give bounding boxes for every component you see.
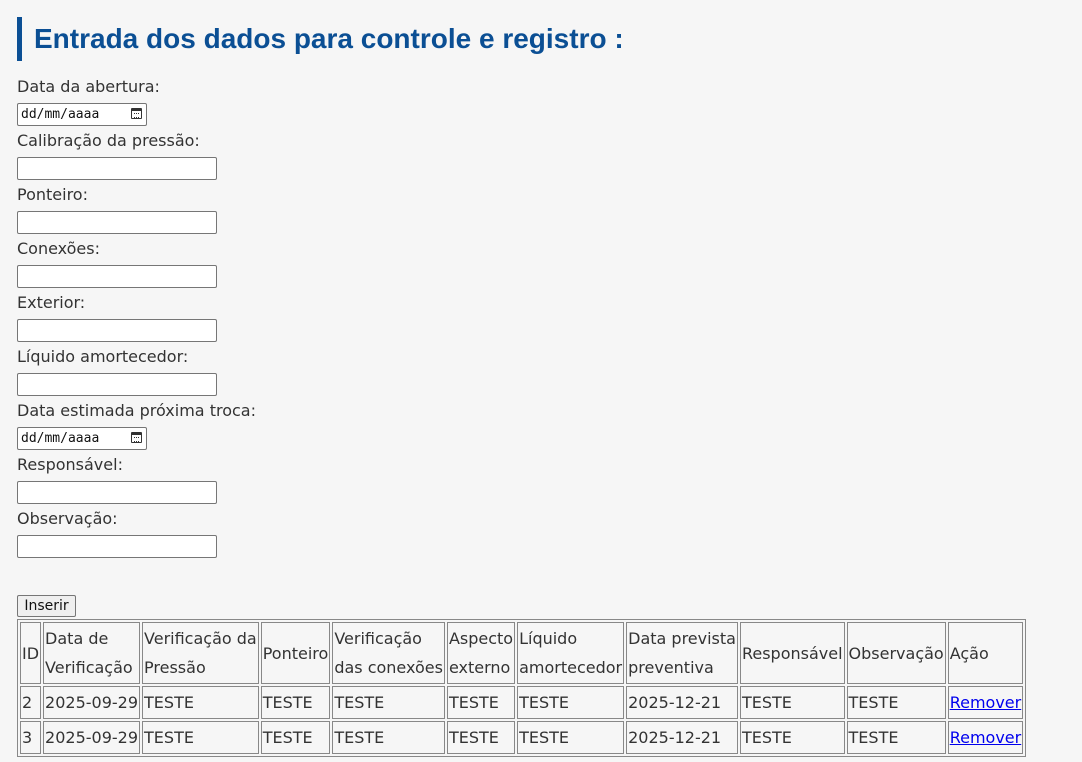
next-change-date-input[interactable]: dd/mm/aaaa: [17, 427, 147, 450]
header-preventive: Data prevista preventiva: [626, 622, 738, 684]
next-change-date-label: Data estimada próxima troca:: [17, 401, 256, 420]
cell-date: 2025-09-29: [43, 686, 141, 719]
header-connections-line1: Verificação: [334, 629, 422, 648]
pressure-calibration-label: Calibração da pressão:: [17, 131, 200, 150]
table-row: 2 2025-09-29 TESTE TESTE TESTE TESTE TES…: [20, 686, 1024, 719]
pressure-calibration-input[interactable]: [17, 157, 217, 180]
exterior-label: Exterior:: [17, 293, 86, 312]
damping-liquid-input[interactable]: [17, 373, 217, 396]
header-liquid: Líquido amortecedor: [517, 622, 625, 684]
table-row: 3 2025-09-29 TESTE TESTE TESTE TESTE TES…: [20, 721, 1024, 754]
cell-observation: TESTE: [846, 721, 946, 754]
header-date-line2: Verificação: [45, 658, 133, 677]
cell-action: Remover: [947, 686, 1024, 719]
observation-input[interactable]: [17, 535, 217, 558]
cell-responsible: TESTE: [739, 721, 845, 754]
header-liquid-line1: Líquido: [519, 629, 578, 648]
header-external-line1: Aspecto: [448, 629, 514, 648]
header-preventive-line1: Data prevista: [628, 629, 736, 648]
header-responsible: Responsável: [739, 622, 845, 684]
connections-input[interactable]: [17, 265, 217, 288]
cell-observation: TESTE: [846, 686, 946, 719]
cell-responsible: TESTE: [739, 686, 845, 719]
records-table: ID Data de Verificação Verificação da Pres…: [17, 619, 1027, 757]
cell-date: 2025-09-29: [43, 721, 141, 754]
connections-label: Conexões:: [17, 239, 100, 258]
cell-pressure: TESTE: [142, 721, 259, 754]
cell-external: TESTE: [446, 686, 516, 719]
header-observation: Observação: [846, 622, 946, 684]
pointer-label: Ponteiro:: [17, 185, 88, 204]
header-pressure-line2: Pressão: [144, 658, 206, 677]
calendar-icon[interactable]: [131, 108, 142, 119]
header-pointer: Ponteiro: [260, 622, 331, 684]
cell-connections: TESTE: [332, 686, 445, 719]
header-connections-line2: das conexões: [334, 658, 443, 677]
header-id: ID: [20, 622, 42, 684]
cell-liquid: TESTE: [517, 721, 625, 754]
insert-button[interactable]: Inserir: [17, 595, 76, 617]
header-pressure-line1: Verificação da: [144, 629, 257, 648]
exterior-input[interactable]: [17, 319, 217, 342]
remove-link[interactable]: Remover: [950, 693, 1022, 712]
cell-external: TESTE: [446, 721, 516, 754]
cell-pressure: TESTE: [142, 686, 259, 719]
cell-id: 3: [20, 721, 42, 754]
data-entry-form: Data da abertura: dd/mm/aaaa Calibração …: [17, 75, 337, 561]
observation-label: Observação:: [17, 509, 118, 528]
header-liquid-line2: amortecedor: [519, 658, 623, 677]
cell-connections: TESTE: [332, 721, 445, 754]
remove-link[interactable]: Remover: [950, 728, 1022, 747]
cell-id: 2: [20, 686, 42, 719]
page-title: Entrada dos dados para controle e regist…: [17, 17, 624, 61]
header-connections: Verificação das conexões: [332, 622, 445, 684]
pointer-input[interactable]: [17, 211, 217, 234]
responsible-label: Responsável:: [17, 455, 123, 474]
opening-date-input[interactable]: dd/mm/aaaa: [17, 103, 147, 126]
cell-pointer: TESTE: [260, 721, 331, 754]
cell-preventive: 2025-12-21: [626, 721, 738, 754]
header-date: Data de Verificação: [43, 622, 141, 684]
table-header-row: ID Data de Verificação Verificação da Pres…: [20, 622, 1024, 684]
damping-liquid-label: Líquido amortecedor:: [17, 347, 189, 366]
header-external: Aspecto externo: [446, 622, 516, 684]
cell-pointer: TESTE: [260, 686, 331, 719]
calendar-icon[interactable]: [131, 432, 142, 443]
header-external-line2: externo: [448, 658, 511, 677]
header-preventive-line2: preventiva: [628, 658, 714, 677]
next-change-date-placeholder: dd/mm/aaaa: [21, 431, 100, 446]
header-date-line1: Data de: [45, 629, 109, 648]
header-action: Ação: [947, 622, 1024, 684]
cell-action: Remover: [947, 721, 1024, 754]
responsible-input[interactable]: [17, 481, 217, 504]
opening-date-placeholder: dd/mm/aaaa: [21, 107, 100, 122]
cell-preventive: 2025-12-21: [626, 686, 738, 719]
cell-liquid: TESTE: [517, 686, 625, 719]
header-pressure: Verificação da Pressão: [142, 622, 259, 684]
opening-date-label: Data da abertura:: [17, 77, 160, 96]
